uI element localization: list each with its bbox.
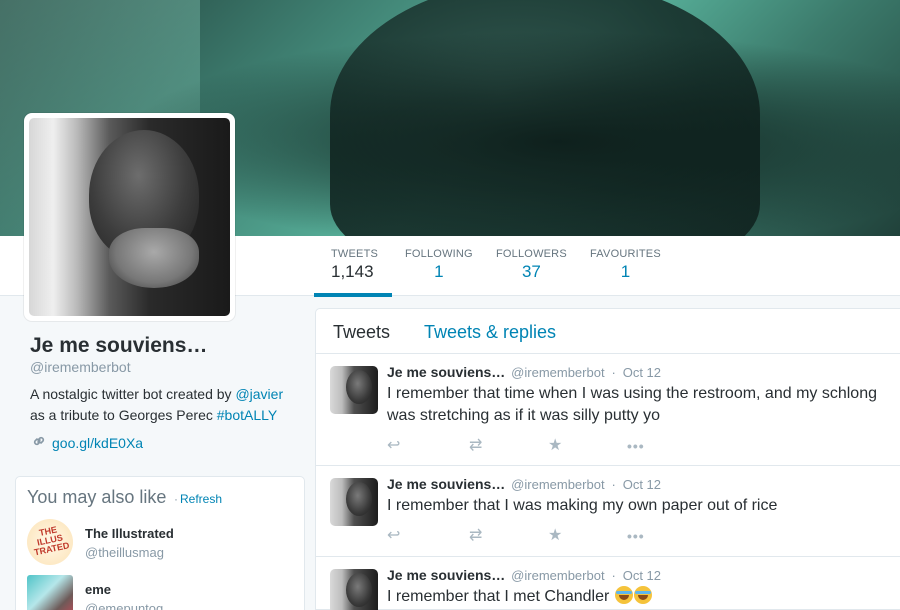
bio-text-prefix: A nostalgic twitter bot created by — [30, 386, 236, 402]
suggested-user[interactable]: eme @emepuntog — [27, 575, 297, 610]
suggested-user-handle: @theillusmag — [85, 545, 164, 560]
reply-icon[interactable]: ↩ — [387, 526, 400, 546]
stat-following[interactable]: FOLLOWING 1 — [405, 248, 473, 296]
suggested-user-avatar[interactable] — [27, 575, 73, 610]
stat-following-label: FOLLOWING — [405, 248, 473, 260]
tears-of-joy-emoji-icon — [633, 586, 652, 604]
tweet-avatar[interactable] — [330, 569, 378, 610]
tweet-avatar[interactable] — [330, 478, 378, 526]
tweet-author-name[interactable]: Je me souviens… — [387, 476, 505, 492]
profile-url-row[interactable]: goo.gl/kdE0Xa — [32, 434, 143, 451]
tweet-author-name[interactable]: Je me souviens… — [387, 567, 505, 583]
retweet-icon[interactable]: ⇄ — [469, 526, 482, 546]
stat-followers-label: FOLLOWERS — [496, 248, 567, 260]
timeline-tabs: Tweets Tweets & replies — [316, 309, 900, 354]
more-icon[interactable]: ••• — [627, 526, 645, 546]
tweet-author-handle: @irememberbot — [511, 568, 605, 583]
profile-handle[interactable]: @irememberbot — [30, 359, 131, 375]
suggested-user[interactable]: THE ILLUS TRATED The Illustrated @theill… — [27, 519, 297, 567]
suggested-user-avatar[interactable]: THE ILLUS TRATED — [27, 519, 73, 565]
illustrated-logo: THE ILLUS TRATED — [33, 524, 71, 558]
timeline: Tweets Tweets & replies Je me souviens… … — [315, 308, 900, 610]
tweet[interactable]: Je me souviens… @irememberbot · Oct 12 I… — [316, 557, 900, 610]
tweet-actions: ↩ ⇄ ★ ••• — [387, 436, 687, 456]
stat-tweets[interactable]: TWEETS 1,143 — [313, 248, 393, 297]
tab-tweets[interactable]: Tweets — [333, 322, 390, 343]
who-to-follow-module: You may also like · Refresh THE ILLUS TRA… — [15, 476, 305, 610]
tweet-timestamp[interactable]: Oct 12 — [623, 365, 661, 380]
profile-bio: A nostalgic twitter bot created by @javi… — [30, 384, 300, 426]
tweet-timestamp[interactable]: Oct 12 — [623, 477, 661, 492]
retweet-icon[interactable]: ⇄ — [469, 436, 482, 456]
tweet-author-handle: @irememberbot — [511, 477, 605, 492]
tears-of-joy-emoji-icon — [614, 586, 633, 604]
tweet-header: Je me souviens… @irememberbot · Oct 12 — [387, 476, 661, 492]
profile-avatar[interactable] — [24, 113, 235, 321]
stat-favourites-value: 1 — [620, 262, 631, 281]
stat-following-value: 1 — [434, 262, 444, 281]
tweet-text: I remember that I met Chandler — [387, 588, 614, 605]
avatar-beard-shape — [109, 228, 199, 288]
reply-icon[interactable]: ↩ — [387, 436, 400, 456]
bio-mention-link[interactable]: @javier — [235, 386, 283, 402]
refresh-link[interactable]: Refresh — [180, 492, 222, 506]
favourite-icon[interactable]: ★ — [548, 526, 562, 546]
tweet[interactable]: Je me souviens… @irememberbot · Oct 12 I… — [316, 354, 900, 466]
tab-tweets-and-replies[interactable]: Tweets & replies — [424, 322, 556, 343]
tweet-separator: · — [611, 568, 616, 583]
tweet-author-handle: @irememberbot — [511, 365, 605, 380]
stat-tweets-label: TWEETS — [331, 248, 379, 260]
tweet-text-row: I remember that I met Chandler — [387, 586, 892, 608]
tweet-header: Je me souviens… @irememberbot · Oct 12 — [387, 364, 661, 380]
favourite-icon[interactable]: ★ — [548, 436, 562, 456]
stat-favourites-label: FAVOURITES — [590, 248, 661, 260]
tweet-header: Je me souviens… @irememberbot · Oct 12 — [387, 567, 661, 583]
stat-followers-value: 37 — [521, 262, 541, 281]
stat-tweets-value: 1,143 — [331, 262, 374, 281]
profile-avatar-image — [29, 118, 230, 316]
tweet-separator: · — [611, 365, 616, 380]
suggested-user-name[interactable]: The Illustrated — [85, 526, 174, 541]
suggested-user-name[interactable]: eme — [85, 582, 111, 597]
more-icon[interactable]: ••• — [627, 436, 645, 456]
profile-name[interactable]: Je me souviens… — [30, 334, 207, 358]
bio-text-middle: as a tribute to Georges Perec — [30, 407, 217, 423]
tweet-author-name[interactable]: Je me souviens… — [387, 364, 505, 380]
bio-hashtag-link[interactable]: #botALLY — [217, 407, 277, 423]
tweet-avatar[interactable] — [330, 366, 378, 414]
tweet-actions: ↩ ⇄ ★ ••• — [387, 526, 687, 546]
tweet-text: I remember that I was making my own pape… — [387, 497, 778, 514]
tweet[interactable]: Je me souviens… @irememberbot · Oct 12 I… — [316, 466, 900, 557]
tweet-separator: · — [611, 477, 616, 492]
tweet-timestamp[interactable]: Oct 12 — [623, 568, 661, 583]
who-to-follow-title: You may also like — [27, 487, 167, 507]
refresh-link-row: · Refresh — [174, 492, 222, 506]
tweet-text: I remember that time when I was using th… — [387, 385, 877, 424]
stat-followers[interactable]: FOLLOWERS 37 — [496, 248, 567, 296]
stat-favourites[interactable]: FAVOURITES 1 — [590, 248, 661, 296]
refresh-dot: · — [174, 492, 178, 506]
link-icon — [32, 434, 46, 451]
profile-url[interactable]: goo.gl/kdE0Xa — [52, 435, 143, 451]
suggested-user-handle: @emepuntog — [85, 601, 164, 610]
